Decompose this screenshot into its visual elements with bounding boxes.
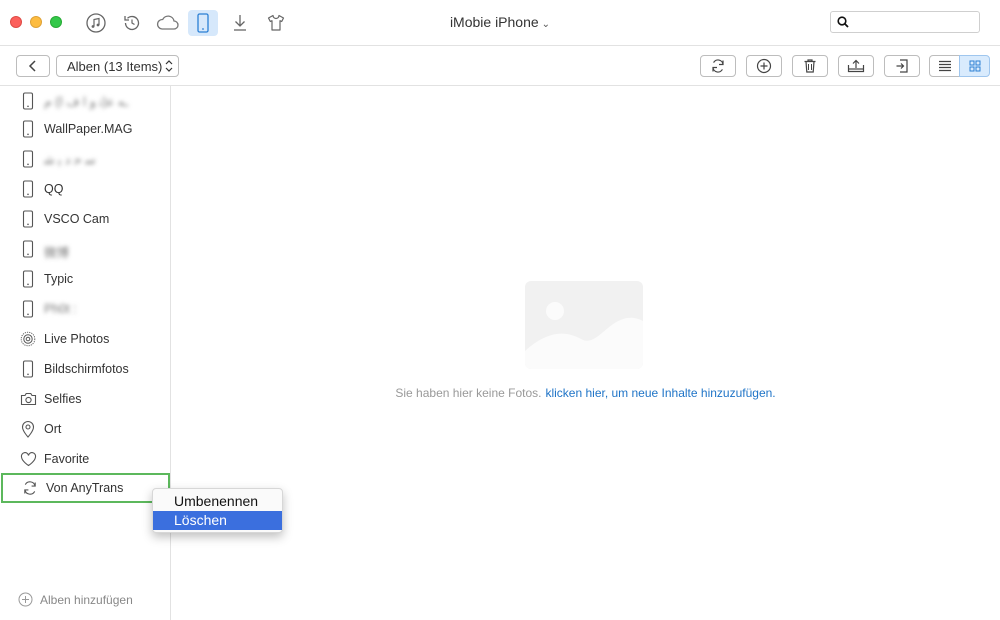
sidebar-album-item[interactable]: 微博 [0,234,171,264]
sidebar-album-label: QQ [44,182,64,196]
empty-state-text: Sie haben hier keine Fotos. [395,386,542,400]
sync-icon [20,478,40,498]
sidebar-album-label: Ph0t : [44,302,77,316]
sidebar-album-item[interactable]: Ort [0,414,171,444]
toolbar: Alben (13 Items) [0,46,1000,86]
device-title-label: iMobie iPhone [449,14,539,30]
phone-icon [18,359,38,379]
device-title[interactable]: iMobie iPhone ⌄ [420,14,580,30]
menu-item-delete[interactable]: Löschen [153,511,282,530]
send-to-device-icon [896,59,908,73]
phone-icon [18,91,38,111]
add-album-label: Alben hinzufügen [40,592,133,607]
sidebar-album-item[interactable]: Typic [0,264,171,294]
refresh-icon [712,59,724,73]
add-album-button[interactable]: Alben hinzufügen [18,592,133,607]
chevron-left-icon [28,60,36,72]
sidebar-album-label: Typic [44,272,74,286]
delete-button[interactable] [792,55,828,77]
empty-photo-placeholder-icon [525,281,643,369]
music-icon[interactable] [81,10,111,36]
sidebar-album-item[interactable]: Live Photos [0,324,171,354]
sidebar-album-label: 微博 [44,246,70,260]
updown-arrows-icon [165,60,173,72]
add-button[interactable] [746,55,782,77]
sidebar-album-item[interactable]: Favorite [0,444,171,474]
album-select[interactable]: Alben (13 Items) [56,55,179,77]
phone-icon [18,239,38,259]
sidebar-album-item[interactable]: Ph0t : [0,294,171,324]
sidebar-album-label: Favorite [44,452,90,466]
phone-icon [18,149,38,169]
sidebar-album-item[interactable]: VSCO Cam [0,204,171,234]
empty-state-message: Sie haben hier keine Fotos. klicken hier,… [171,386,1000,400]
shirt-icon[interactable] [261,10,291,36]
sidebar-album-label: Live Photos [44,332,110,346]
close-window-button[interactable] [10,16,22,28]
camera-icon [18,389,38,409]
search-icon [837,16,849,28]
sidebar-album-label: ـه ﻋ(ﺗ ﻭ ﺍ ﻑ ﺍ) ﻡ [44,95,129,109]
chevron-down-icon: ⌄ [541,19,551,30]
album-sidebar: ـه ﻋ(ﺗ ﻭ ﺍ ﻑ ﺍ) ﻡ WallPaper.MAG ﺳ ﺣ ﺩ ﻳ ﺷ Q… [0,86,171,620]
trash-icon [804,59,816,73]
search-input[interactable] [830,11,980,33]
phone-icon [18,119,38,139]
minimize-window-button[interactable] [30,16,42,28]
sidebar-album-label: ﺳ ﺣ ﺩ ﻳ ﺷ [44,153,96,167]
sidebar-album-item[interactable]: ﺳ ﺣ ﺩ ﻳ ﺷ [0,144,171,174]
cloud-icon[interactable] [153,10,183,36]
export-to-computer-button[interactable] [838,55,874,77]
sidebar-album-label: Ort [44,422,62,436]
sidebar-album-item[interactable]: QQ [0,174,171,204]
grid-view-icon [969,60,980,72]
list-view-button[interactable] [929,55,960,77]
sidebar-album-item[interactable]: WallPaper.MAG [0,114,171,144]
location-pin-icon [18,419,38,439]
grid-view-button[interactable] [959,55,990,77]
download-icon[interactable] [225,10,255,36]
album-select-label: Alben (13 Items) [67,58,163,74]
add-content-link[interactable]: klicken hier, um neue Inhalte hinzuzufüg… [545,386,775,400]
sidebar-album-item[interactable]: Bildschirmfotos [0,354,171,384]
plus-circle-icon [756,58,772,74]
sidebar-album-label: VSCO Cam [44,212,110,226]
live-photos-icon [18,329,38,349]
phone-icon [18,299,38,319]
menu-item-rename[interactable]: Umbenennen [153,492,282,511]
phone-icon [18,269,38,289]
sidebar-album-label: WallPaper.MAG [44,122,133,136]
refresh-button[interactable] [700,55,736,77]
sidebar-album-item[interactable]: Selfies [0,384,171,414]
sidebar-album-label: Selfies [44,392,82,406]
sidebar-album-label: Von AnyTrans [46,481,124,495]
history-icon[interactable] [117,10,147,36]
heart-icon [18,449,38,469]
sidebar-album-item[interactable]: ـه ﻋ(ﺗ ﻭ ﺍ ﻑ ﺍ) ﻡ [0,86,171,116]
phone-icon [18,209,38,229]
plus-circle-icon [18,592,33,607]
sidebar-album-label: Bildschirmfotos [44,362,129,376]
album-context-menu: Umbenennen Löschen [152,488,283,533]
phone-icon[interactable] [188,10,218,36]
sidebar-album-item[interactable]: Von AnyTrans [1,473,170,503]
list-view-icon [938,60,951,72]
back-button[interactable] [16,55,50,77]
phone-icon [18,179,38,199]
zoom-window-button[interactable] [50,16,62,28]
title-bar: iMobie iPhone ⌄ [0,0,1000,46]
send-to-device-button[interactable] [884,55,920,77]
export-icon [847,59,865,73]
